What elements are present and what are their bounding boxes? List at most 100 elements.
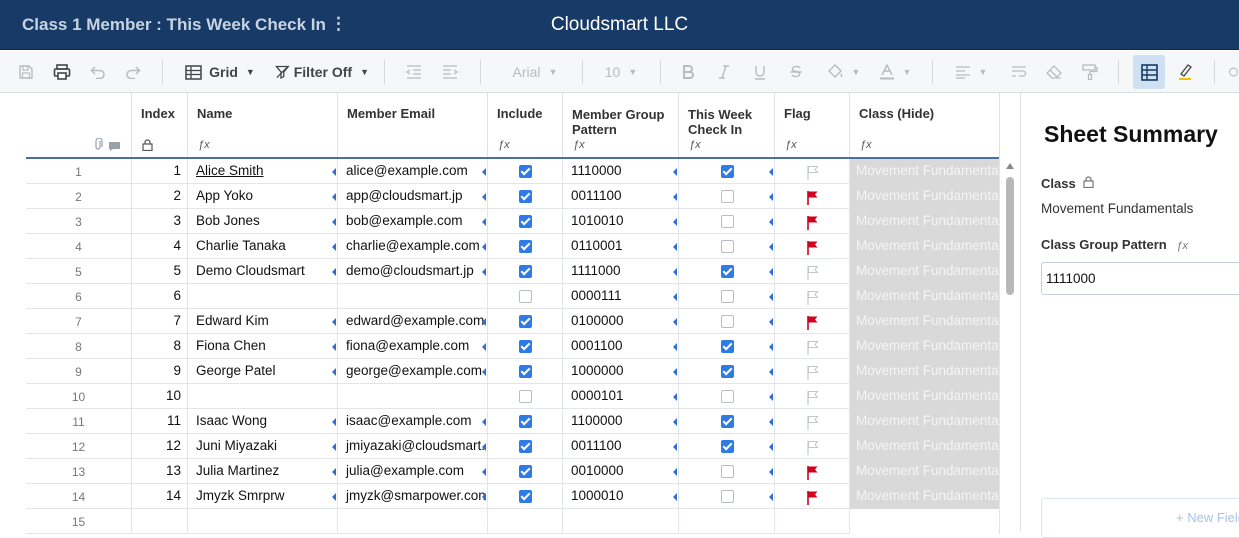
class-cell[interactable]: Movement Fundamentals	[850, 359, 1000, 384]
redo-icon[interactable]	[121, 51, 145, 93]
flag-cell[interactable]	[775, 259, 850, 284]
name-cell[interactable]	[188, 284, 338, 309]
email-cell[interactable]	[338, 509, 488, 534]
flag-cell[interactable]	[775, 484, 850, 509]
align-button[interactable]: ▼	[950, 51, 992, 93]
index-cell[interactable]: 8	[132, 334, 188, 359]
checkbox-checked[interactable]	[519, 265, 532, 278]
column-header-checkin[interactable]: This Week Check In ƒx	[679, 93, 775, 158]
pattern-cell[interactable]: 0000101	[563, 384, 679, 409]
checkbox-unchecked[interactable]	[720, 290, 734, 303]
checkbox-checked[interactable]	[519, 365, 532, 378]
wrap-text-icon[interactable]	[1008, 51, 1030, 93]
email-cell[interactable]: edward@example.com	[338, 309, 488, 334]
class-cell[interactable]: Movement Fundamentals	[850, 409, 1000, 434]
flag-on-icon[interactable]	[806, 239, 819, 259]
checkbox-unchecked[interactable]	[720, 315, 734, 328]
column-header-include[interactable]: Include ƒx	[488, 93, 563, 158]
name-cell[interactable]: Jmyzk Smrprw	[188, 484, 338, 509]
index-cell[interactable]: 11	[132, 409, 188, 434]
email-cell[interactable]	[338, 384, 488, 409]
scrollbar-thumb[interactable]	[1006, 177, 1014, 295]
table-row[interactable]: 8 8 Fiona Chen fiona@example.com 0001100 Move…	[26, 334, 1000, 359]
link-icon[interactable]	[1228, 51, 1239, 93]
email-cell[interactable]: julia@example.com	[338, 459, 488, 484]
indent-icon[interactable]	[438, 51, 462, 93]
index-cell[interactable]: 2	[132, 184, 188, 209]
include-cell[interactable]	[488, 359, 563, 384]
pattern-cell[interactable]: 0011100	[563, 434, 679, 459]
filter-selector[interactable]: Filter Off ▼	[275, 51, 369, 93]
flag-off-icon[interactable]	[806, 339, 819, 359]
include-cell[interactable]	[488, 209, 563, 234]
checkbox-checked[interactable]	[519, 340, 532, 353]
include-cell[interactable]	[488, 434, 563, 459]
checkbox-checked[interactable]	[519, 465, 532, 478]
pattern-cell[interactable]: 1000010	[563, 484, 679, 509]
text-color-button[interactable]: ▼	[874, 51, 916, 93]
email-cell[interactable]: alice@example.com	[338, 159, 488, 184]
pattern-cell[interactable]: 0000111	[563, 284, 679, 309]
checkbox-checked[interactable]	[720, 365, 734, 378]
name-cell[interactable]: App Yoko	[188, 184, 338, 209]
name-cell[interactable]: Charlie Tanaka	[188, 234, 338, 259]
name-cell[interactable]: Fiona Chen	[188, 334, 338, 359]
index-cell[interactable]: 1	[132, 159, 188, 184]
checkin-cell[interactable]	[679, 509, 775, 534]
flag-cell[interactable]	[775, 309, 850, 334]
font-size-select[interactable]: 10 ▼	[596, 51, 646, 93]
fill-color-button[interactable]: ▼	[822, 51, 864, 93]
flag-cell[interactable]	[775, 334, 850, 359]
index-cell[interactable]: 5	[132, 259, 188, 284]
sheet-menu-icon[interactable]: ⋮	[330, 14, 347, 34]
checkbox-checked[interactable]	[720, 165, 734, 178]
index-cell[interactable]: 6	[132, 284, 188, 309]
column-header-email[interactable]: Member Email	[338, 93, 488, 158]
column-header-name[interactable]: Name ƒx	[188, 93, 338, 158]
include-cell[interactable]	[488, 309, 563, 334]
pattern-cell[interactable]: 1110000	[563, 159, 679, 184]
table-row[interactable]: 9 9 George Patel george@example.com 1000000 M…	[26, 359, 1000, 384]
flag-cell[interactable]	[775, 434, 850, 459]
flag-off-icon[interactable]	[806, 289, 819, 309]
email-cell[interactable]: demo@cloudsmart.jp	[338, 259, 488, 284]
class-cell[interactable]: Movement Fundamentals	[850, 459, 1000, 484]
email-cell[interactable]: charlie@example.com	[338, 234, 488, 259]
table-row[interactable]: 7 7 Edward Kim edward@example.com 0100000 Mov…	[26, 309, 1000, 334]
checkin-cell[interactable]	[679, 334, 775, 359]
flag-off-icon[interactable]	[806, 414, 819, 434]
outdent-icon[interactable]	[402, 51, 426, 93]
name-cell[interactable]: Demo Cloudsmart	[188, 259, 338, 284]
index-cell[interactable]	[132, 509, 188, 534]
grid-lines-toggle-icon[interactable]	[1133, 55, 1165, 89]
index-cell[interactable]: 14	[132, 484, 188, 509]
checkbox-checked[interactable]	[519, 165, 532, 178]
print-icon[interactable]	[50, 51, 74, 93]
class-cell[interactable]: Movement Fundamentals	[850, 234, 1000, 259]
flag-off-icon[interactable]	[806, 264, 819, 284]
class-cell[interactable]: Movement Fundamentals	[850, 184, 1000, 209]
class-cell[interactable]: Movement Fundamentals	[850, 284, 1000, 309]
pattern-cell[interactable]: 0010000	[563, 459, 679, 484]
checkin-cell[interactable]	[679, 409, 775, 434]
checkbox-unchecked[interactable]	[720, 490, 734, 503]
email-cell[interactable]: bob@example.com	[338, 209, 488, 234]
name-cell[interactable]: Isaac Wong	[188, 409, 338, 434]
bold-icon[interactable]	[677, 51, 699, 93]
include-cell[interactable]	[488, 159, 563, 184]
email-cell[interactable]: fiona@example.com	[338, 334, 488, 359]
table-row[interactable]: 4 4 Charlie Tanaka charlie@example.com 01100…	[26, 234, 1000, 259]
table-row[interactable]: 1 1 Alice Smith alice@example.com 1110000 Mov…	[26, 159, 1000, 184]
flag-cell[interactable]	[775, 384, 850, 409]
checkbox-checked[interactable]	[519, 315, 532, 328]
email-cell[interactable]: isaac@example.com	[338, 409, 488, 434]
undo-icon[interactable]	[86, 51, 110, 93]
vertical-scrollbar[interactable]	[1005, 163, 1015, 531]
class-cell[interactable]: Movement Fundamentals	[850, 209, 1000, 234]
flag-cell[interactable]	[775, 359, 850, 384]
checkbox-unchecked[interactable]	[519, 390, 532, 403]
format-painter-icon[interactable]	[1079, 51, 1101, 93]
table-row[interactable]: 6 6 0000111 Movement Fundamentals	[26, 284, 1000, 309]
font-family-select[interactable]: Arial ▼	[500, 51, 570, 93]
index-cell[interactable]: 10	[132, 384, 188, 409]
